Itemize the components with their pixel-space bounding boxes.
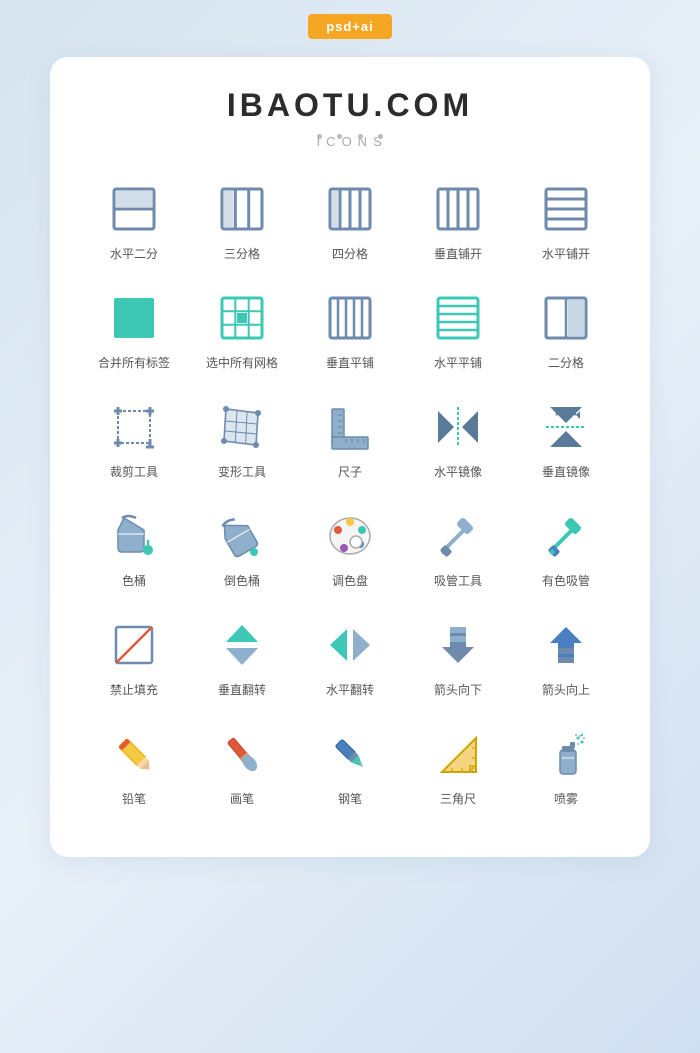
icon-ruler <box>322 399 378 455</box>
icon-cell-two-grid: 二分格 <box>512 280 620 381</box>
label-three-grid: 三分格 <box>224 245 260 262</box>
icon-cell-vertical-tile2: 垂直平铺 <box>296 280 404 381</box>
label-eyedropper-color: 有色吸管 <box>542 572 590 589</box>
label-eyedropper: 吸管工具 <box>434 572 482 589</box>
label-flip-v: 垂直翻转 <box>218 681 266 698</box>
icon-cell-spray: 喷雾 <box>512 716 620 817</box>
label-horizontal-split: 水平二分 <box>110 245 158 262</box>
label-mirror-v: 垂直镜像 <box>542 463 590 480</box>
icon-cell-pen: 钢笔 <box>296 716 404 817</box>
label-spray: 喷雾 <box>554 790 578 807</box>
icon-cell-pencil: 铅笔 <box>80 716 188 817</box>
label-flip-h: 水平翻转 <box>326 681 374 698</box>
icon-bucket <box>106 508 162 564</box>
subtitle-text: ICONS <box>317 134 322 139</box>
icon-transform <box>214 399 270 455</box>
icon-mirror-h <box>430 399 486 455</box>
icon-mirror-v <box>538 399 594 455</box>
icon-spray <box>538 726 594 782</box>
icon-arrow-up <box>538 617 594 673</box>
label-no-fill: 禁止填充 <box>110 681 158 698</box>
icon-cell-no-fill: 禁止填充 <box>80 607 188 708</box>
icon-palette <box>322 508 378 564</box>
label-ruler: 尺子 <box>338 463 362 480</box>
label-crop: 裁剪工具 <box>110 463 158 480</box>
label-four-grid: 四分格 <box>332 245 368 262</box>
icon-cell-palette: 调色盘 <box>296 498 404 599</box>
icon-merge <box>106 290 162 346</box>
icon-cell-select-grid: 选中所有网格 <box>188 280 296 381</box>
icon-cell-vertical-tile: 垂直铺开 <box>404 171 512 272</box>
icon-cell-bucket: 色桶 <box>80 498 188 599</box>
label-bucket: 色桶 <box>122 572 146 589</box>
icon-two-grid <box>538 290 594 346</box>
icon-cell-four-grid: 四分格 <box>296 171 404 272</box>
icon-three-grid <box>214 181 270 237</box>
icon-pen <box>322 726 378 782</box>
icon-cell-eyedropper: 吸管工具 <box>404 498 512 599</box>
icon-cell-eyedropper-color: 有色吸管 <box>512 498 620 599</box>
label-select-grid: 选中所有网格 <box>206 354 278 371</box>
label-two-grid: 二分格 <box>548 354 584 371</box>
label-transform: 变形工具 <box>218 463 266 480</box>
icon-cell-merge: 合并所有标签 <box>80 280 188 381</box>
icon-eyedropper-color <box>538 508 594 564</box>
icon-cell-horizontal-split: 水平二分 <box>80 171 188 272</box>
icon-eyedropper <box>430 508 486 564</box>
icon-flip-h <box>322 617 378 673</box>
icon-triangle-ruler <box>430 726 486 782</box>
label-mirror-h: 水平镜像 <box>434 463 482 480</box>
icon-cell-horizontal-tile2: 水平平铺 <box>404 280 512 381</box>
card-subtitle: ICONS <box>80 128 620 143</box>
icon-horizontal-tile <box>538 181 594 237</box>
main-card: IBAOTU.COM ICONS 水平二分 <box>50 57 650 857</box>
icon-vertical-tile2 <box>322 290 378 346</box>
site-title: IBAOTU.COM <box>80 87 620 124</box>
label-horizontal-tile: 水平铺开 <box>542 245 590 262</box>
label-triangle-ruler: 三角尺 <box>440 790 476 807</box>
icon-bucket-flip <box>214 508 270 564</box>
icon-flip-v <box>214 617 270 673</box>
icon-horizontal-split <box>106 181 162 237</box>
icon-cell-arrow-down: 箭头向下 <box>404 607 512 708</box>
icon-horizontal-tile2 <box>430 290 486 346</box>
icon-cell-three-grid: 三分格 <box>188 171 296 272</box>
icon-cell-bucket-flip: 倒色桶 <box>188 498 296 599</box>
icon-cell-ruler: 尺子 <box>296 389 404 490</box>
icon-cell-flip-h: 水平翻转 <box>296 607 404 708</box>
icon-cell-flip-v: 垂直翻转 <box>188 607 296 708</box>
label-arrow-down: 箭头向下 <box>434 681 482 698</box>
icon-cell-horizontal-tile: 水平铺开 <box>512 171 620 272</box>
format-badge: psd+ai <box>308 14 392 39</box>
icon-cell-mirror-h: 水平镜像 <box>404 389 512 490</box>
icon-no-fill <box>106 617 162 673</box>
icon-brush <box>214 726 270 782</box>
dot2 <box>358 134 363 139</box>
icon-pencil <box>106 726 162 782</box>
label-pen: 钢笔 <box>338 790 362 807</box>
label-merge: 合并所有标签 <box>98 354 170 371</box>
icon-crop <box>106 399 162 455</box>
icon-vertical-tile <box>430 181 486 237</box>
icon-cell-brush: 画笔 <box>188 716 296 817</box>
label-arrow-up: 箭头向上 <box>542 681 590 698</box>
label-brush: 画笔 <box>230 790 254 807</box>
icon-select-grid <box>214 290 270 346</box>
icon-cell-transform: 变形工具 <box>188 389 296 490</box>
icon-four-grid <box>322 181 378 237</box>
label-vertical-tile2: 垂直平铺 <box>326 354 374 371</box>
label-horizontal-tile2: 水平平铺 <box>434 354 482 371</box>
label-bucket-flip: 倒色桶 <box>224 572 260 589</box>
icon-cell-mirror-v: 垂直镜像 <box>512 389 620 490</box>
icon-grid: 水平二分 三分格 <box>80 171 620 817</box>
label-pencil: 铅笔 <box>122 790 146 807</box>
icon-arrow-down <box>430 617 486 673</box>
icon-cell-crop: 裁剪工具 <box>80 389 188 490</box>
label-vertical-tile: 垂直铺开 <box>434 245 482 262</box>
label-palette: 调色盘 <box>332 572 368 589</box>
icon-cell-triangle-ruler: 三角尺 <box>404 716 512 817</box>
icon-cell-arrow-up: 箭头向上 <box>512 607 620 708</box>
